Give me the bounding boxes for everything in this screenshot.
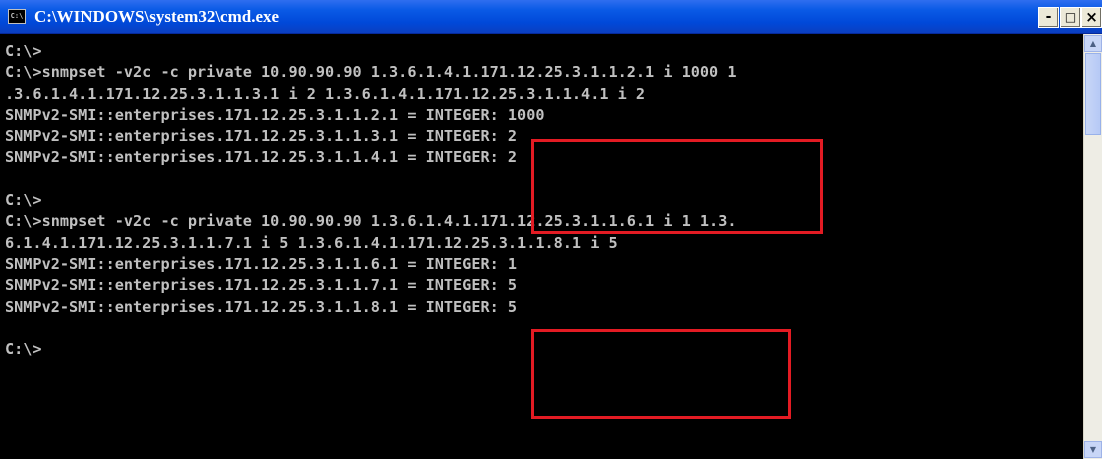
cmd-app-icon[interactable]: C:\ xyxy=(8,9,26,24)
console-line: C:\>snmpset -v2c -c private 10.90.90.90 … xyxy=(5,63,737,82)
console-line: 6.1.4.1.171.12.25.3.1.1.7.1 i 5 1.3.6.1.… xyxy=(5,233,618,252)
cmd-window: C:\ C:\WINDOWS\system32\cmd.exe - □ × C:… xyxy=(0,0,1102,459)
window-title: C:\WINDOWS\system32\cmd.exe xyxy=(34,7,280,26)
minimize-button[interactable]: - xyxy=(1038,7,1059,28)
vertical-scrollbar[interactable]: ▲ ▼ xyxy=(1083,34,1102,459)
highlight-box-first-results xyxy=(531,139,823,234)
console-line: .3.6.1.4.1.171.12.25.3.1.1.3.1 i 2 1.3.6… xyxy=(5,84,646,103)
highlight-box-second-results xyxy=(531,329,791,419)
console-line: SNMPv2-SMI::enterprises.171.12.25.3.1.1.… xyxy=(5,276,518,295)
maximize-button[interactable]: □ xyxy=(1060,7,1081,28)
console-line: C:\> xyxy=(5,42,42,60)
scroll-down-arrow-icon[interactable]: ▼ xyxy=(1084,441,1102,458)
console-line: SNMPv2-SMI::enterprises.171.12.25.3.1.1.… xyxy=(5,254,518,273)
scroll-up-arrow-icon[interactable]: ▲ xyxy=(1084,35,1102,52)
scroll-thumb[interactable] xyxy=(1085,53,1101,135)
console-line: SNMPv2-SMI::enterprises.171.12.25.3.1.1.… xyxy=(5,105,545,124)
close-button[interactable]: × xyxy=(1081,7,1102,28)
console-line: SNMPv2-SMI::enterprises.171.12.25.3.1.1.… xyxy=(5,297,518,316)
title-bar[interactable]: C:\ C:\WINDOWS\system32\cmd.exe - □ × xyxy=(0,0,1102,34)
